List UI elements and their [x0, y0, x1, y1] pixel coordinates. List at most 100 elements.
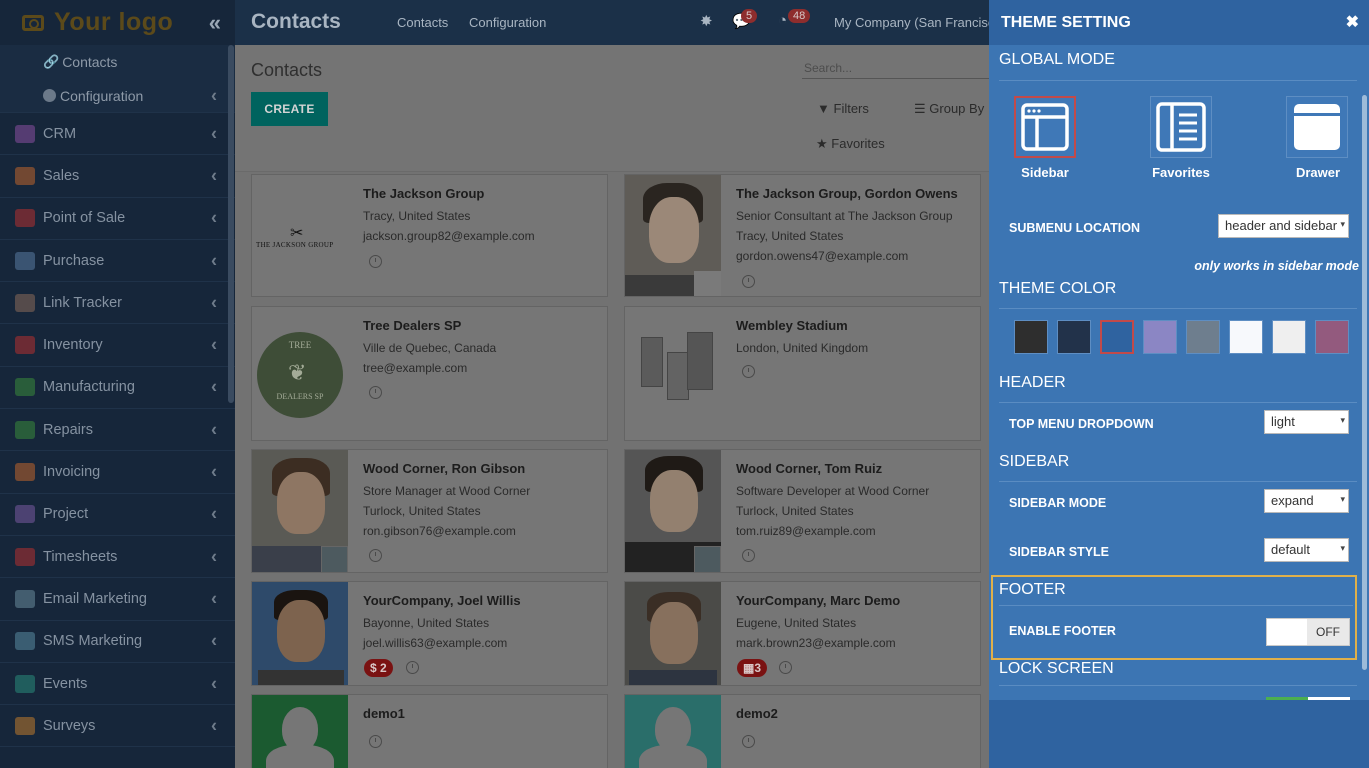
chevron-left-icon: ‹: [211, 588, 217, 609]
activity-clock-icon[interactable]: [369, 735, 382, 748]
sidebar-item-label: Inventory: [43, 337, 103, 354]
sidebar-item-invoicing[interactable]: Invoicing ‹: [0, 451, 235, 494]
activity-clock-icon[interactable]: [369, 255, 382, 268]
activity-clock-icon[interactable]: [369, 549, 382, 562]
person-body-shape: [266, 745, 334, 768]
app-icon: [15, 420, 35, 439]
app-icon: [15, 293, 35, 312]
theme-color-swatch[interactable]: [1014, 320, 1048, 354]
contact-card[interactable]: YourCompany, Joel Willis Bayonne, United…: [251, 581, 608, 686]
list-icon: ☰: [914, 101, 926, 116]
sidebar-item-point-of-sale[interactable]: Point of Sale ‹: [0, 198, 235, 240]
theme-color-swatch[interactable]: [1143, 320, 1177, 354]
sidebar-subitem-configuration[interactable]: Configuration ‹: [0, 79, 235, 113]
theme-color-swatch[interactable]: [1229, 320, 1263, 354]
leaf-icon: ❦: [288, 360, 307, 385]
divider: [999, 685, 1357, 686]
sidebar-item-repairs[interactable]: Repairs ‹: [0, 409, 235, 452]
sidebar-item-label: Timesheets: [43, 548, 118, 565]
sidebar-item-label: Manufacturing: [43, 379, 135, 396]
theme-color-swatch[interactable]: [1315, 320, 1349, 354]
collapse-sidebar-icon[interactable]: «: [209, 10, 221, 36]
contact-card[interactable]: YourCompany, Marc Demo Eugene, United St…: [624, 581, 981, 686]
bug-icon[interactable]: ✸: [700, 12, 713, 30]
chevron-left-icon: ‹: [211, 207, 217, 228]
sidebar-subitem-contacts[interactable]: 🔗 Contacts: [0, 45, 235, 79]
contact-card[interactable]: demo1: [251, 694, 608, 768]
panel-scrollbar[interactable]: [1362, 95, 1367, 670]
theme-color-swatch[interactable]: [1272, 320, 1306, 354]
theme-color-swatch[interactable]: [1186, 320, 1220, 354]
nav-configuration[interactable]: Configuration: [469, 15, 546, 30]
theme-color-swatch[interactable]: [1100, 320, 1134, 354]
sidebar-scrollbar[interactable]: [228, 45, 234, 403]
enable-footer-toggle[interactable]: OFF: [1266, 618, 1350, 646]
activity-clock-icon[interactable]: [779, 661, 792, 674]
activity-clock-icon[interactable]: [742, 735, 755, 748]
contact-card[interactable]: demo2: [624, 694, 981, 768]
panel-header: THEME SETTING ✖: [989, 0, 1369, 45]
face-shape: [649, 197, 699, 263]
mode-favorites-option[interactable]: [1150, 96, 1212, 158]
company-switcher[interactable]: My Company (San Francisco): [834, 15, 1006, 30]
close-icon[interactable]: ✖: [1346, 12, 1359, 32]
mode-sidebar-option[interactable]: [1014, 96, 1076, 158]
chevron-left-icon: ‹: [211, 123, 217, 144]
submenu-location-select[interactable]: header and sidebar: [1218, 214, 1349, 238]
sidebar-layout-icon: [1021, 103, 1069, 151]
enable-footer-label: ENABLE FOOTER: [1009, 624, 1116, 638]
sidebar-item-sms-marketing[interactable]: SMS Marketing ‹: [0, 621, 235, 663]
theme-color-swatch[interactable]: [1057, 320, 1091, 354]
contact-email: gordon.owens47@example.com: [736, 249, 909, 263]
chevron-left-icon: ‹: [211, 419, 217, 440]
activity-clock-icon[interactable]: [742, 275, 755, 288]
top-menu-dropdown-select[interactable]: light: [1264, 410, 1349, 434]
sidebar-style-select[interactable]: default: [1264, 538, 1349, 562]
sidebar-item-inventory[interactable]: Inventory ‹: [0, 324, 235, 367]
activity-clock-icon[interactable]: [369, 386, 382, 399]
company-logo: [625, 307, 721, 440]
sidebar-item-surveys[interactable]: Surveys ‹: [0, 705, 235, 748]
sales-badge[interactable]: $ 2: [364, 659, 393, 677]
breadcrumb: Contacts: [251, 60, 323, 80]
sidebar-item-project[interactable]: Project ‹: [0, 494, 235, 536]
meetings-badge[interactable]: ▦3: [737, 659, 768, 677]
building-shape: [641, 337, 663, 387]
contact-location: London, United Kingdom: [736, 341, 869, 355]
chevron-left-icon: ‹: [211, 673, 217, 693]
sidebar-item-link-tracker[interactable]: Link Tracker ‹: [0, 282, 235, 325]
contact-email: tree@example.com: [363, 361, 468, 375]
activity-clock-icon[interactable]: [742, 549, 755, 562]
clock-activity-icon[interactable]: ◔: [778, 12, 787, 29]
groupby-button[interactable]: ☰ Group By: [914, 101, 984, 117]
contact-title: Software Developer at Wood Corner: [736, 484, 930, 498]
sidebar-item-purchase[interactable]: Purchase ‹: [0, 240, 235, 283]
building-shape: [667, 352, 689, 400]
nav-contacts[interactable]: Contacts: [397, 15, 448, 30]
mode-drawer-option[interactable]: [1286, 96, 1348, 158]
create-button[interactable]: CREATE: [251, 92, 328, 126]
sidebar-item-label: SMS Marketing: [43, 633, 143, 650]
person-body-shape: [639, 745, 707, 768]
sidebar-item-events[interactable]: Events ‹: [0, 663, 235, 706]
sidebar-item-crm[interactable]: CRM ‹: [0, 113, 235, 156]
sidebar-mode-select[interactable]: expand: [1264, 489, 1349, 513]
activity-clock-icon[interactable]: [742, 365, 755, 378]
lock-screen-title: LOCK SCREEN: [999, 660, 1114, 677]
contact-card[interactable]: TREE ❦ DEALERS SP Tree Dealers SP Ville …: [251, 306, 608, 441]
contact-card[interactable]: Wood Corner, Tom Ruiz Software Developer…: [624, 449, 981, 573]
contact-card[interactable]: Wood Corner, Ron Gibson Store Manager at…: [251, 449, 608, 573]
sidebar-item-timesheets[interactable]: Timesheets ‹: [0, 536, 235, 579]
search-input[interactable]: [802, 57, 989, 79]
contact-card[interactable]: Wembley Stadium London, United Kingdom: [624, 306, 981, 441]
activity-clock-icon[interactable]: [406, 661, 419, 674]
filters-button[interactable]: ▼ Filters: [817, 101, 869, 116]
sidebar-item-manufacturing[interactable]: Manufacturing ‹: [0, 367, 235, 410]
contact-location: Turlock, United States: [736, 504, 854, 518]
sidebar-item-sales[interactable]: Sales ‹: [0, 155, 235, 198]
contact-card[interactable]: The Jackson Group, Gordon Owens Senior C…: [624, 174, 981, 297]
sidebar-item-email-marketing[interactable]: Email Marketing ‹: [0, 578, 235, 621]
favorites-button[interactable]: ★ Favorites: [816, 136, 885, 152]
contact-location: Tracy, United States: [736, 229, 844, 243]
contact-card[interactable]: ✂ THE JACKSON GROUP The Jackson Group Tr…: [251, 174, 608, 297]
